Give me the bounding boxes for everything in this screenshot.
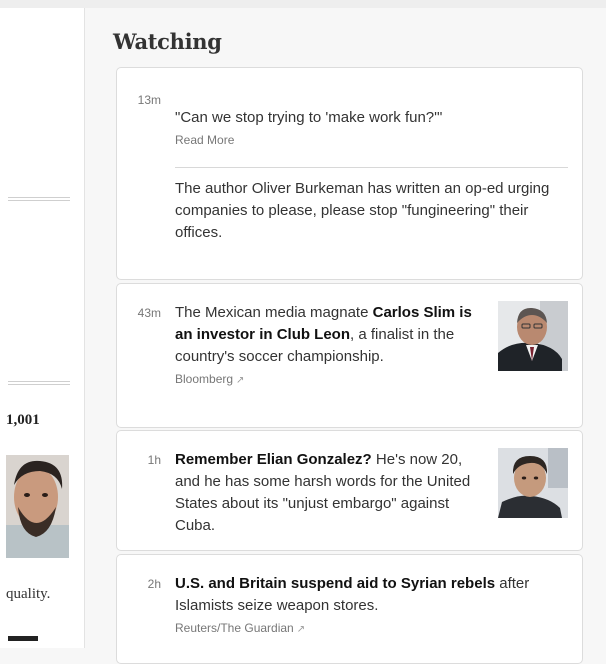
left-column: 1,001 quality.	[0, 8, 85, 648]
watching-item[interactable]: 13m "Can we stop trying to 'make work fu…	[116, 67, 583, 280]
source-label: Reuters/The Guardian	[175, 621, 294, 635]
item-body: The author Oliver Burkeman has written a…	[175, 180, 550, 241]
item-headline[interactable]: Remember Elian Gonzalez? He's now 20, an…	[175, 449, 485, 537]
headline-text[interactable]: "Can we stop trying to 'make work fun?'"	[175, 109, 442, 126]
source-link[interactable]: Bloomberg ↗	[175, 372, 244, 386]
headline-link[interactable]: U.S. and Britain suspend aid to Syrian r…	[175, 575, 495, 592]
left-caption: quality.	[6, 586, 51, 602]
watching-item[interactable]: 1h Remember Elian Gonzalez? He's now 20,…	[116, 430, 583, 551]
source-label: Bloomberg	[175, 372, 234, 386]
top-strip	[0, 0, 606, 8]
item-headline[interactable]: U.S. and Britain suspend aid to Syrian r…	[175, 573, 570, 639]
headline-pre: The Mexican media magnate	[175, 304, 373, 321]
item-headline[interactable]: The Mexican media magnate Carlos Slim is…	[175, 302, 485, 390]
external-link-icon: ↗	[296, 624, 306, 635]
watching-item[interactable]: 43m The Mexican media magnate Carlos Sli…	[116, 283, 583, 428]
item-headline[interactable]: "Can we stop trying to 'make work fun?'"…	[175, 107, 565, 151]
item-time: 43m	[137, 306, 161, 320]
watching-title: Watching	[113, 29, 222, 54]
read-more-link[interactable]: Read More	[175, 133, 234, 147]
item-divider	[175, 167, 568, 168]
item-thumbnail[interactable]	[498, 448, 568, 518]
item-time: 2h	[147, 577, 161, 591]
left-article-photo[interactable]	[6, 455, 69, 558]
section-rule	[8, 381, 70, 385]
source-link[interactable]: Reuters/The Guardian ↗	[175, 621, 305, 635]
headline-link[interactable]: Remember Elian Gonzalez?	[175, 451, 372, 468]
item-time: 1h	[147, 453, 161, 467]
external-link-icon: ↗	[236, 375, 245, 386]
left-stat-number: 1,001	[6, 412, 40, 428]
item-time: 13m	[137, 93, 161, 107]
item-thumbnail[interactable]	[498, 301, 568, 371]
left-next-heading	[8, 636, 38, 641]
section-rule	[8, 197, 70, 201]
